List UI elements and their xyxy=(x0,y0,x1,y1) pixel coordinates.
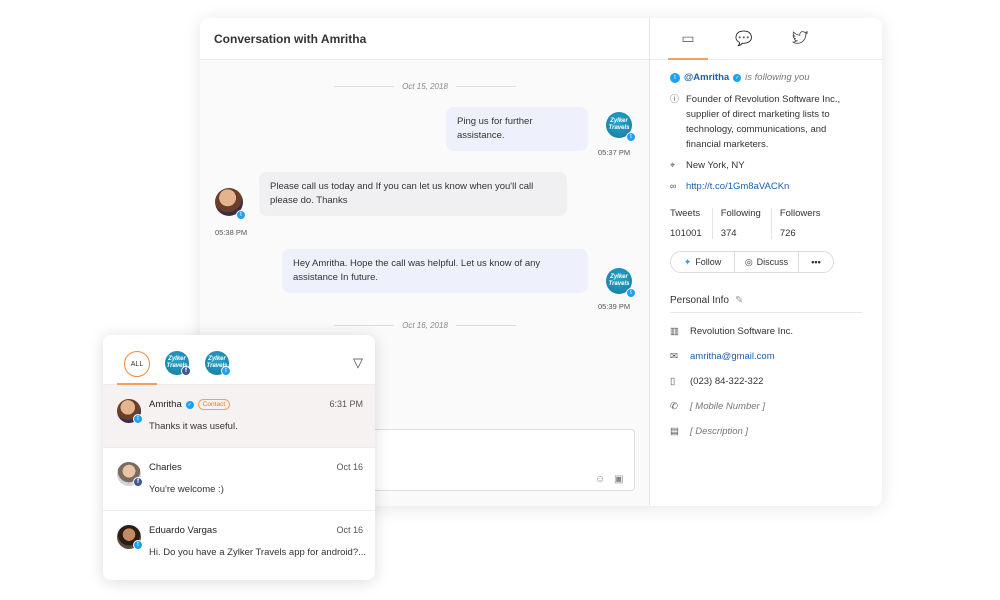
conversation-preview: Thanks it was useful. xyxy=(149,421,238,432)
phone-row: ▯ (023) 84-322-322 xyxy=(670,376,764,387)
conversation-time: Oct 16 xyxy=(336,462,363,472)
contact-name: Charles xyxy=(149,462,182,473)
date-label: Oct 16, 2018 xyxy=(402,321,448,330)
company-row: ▥ Revolution Software Inc. xyxy=(670,326,793,337)
date-separator: Oct 16, 2018 xyxy=(200,321,650,330)
discuss-icon: ◎ xyxy=(744,256,753,267)
contact-card-icon: ▭ xyxy=(681,29,695,46)
contact-name: Amritha ✓ Contact xyxy=(149,399,231,410)
twitter-handle[interactable]: @Amritha xyxy=(684,72,729,83)
verified-icon: ✓ xyxy=(733,73,742,82)
following-status: is following you xyxy=(745,72,810,83)
facebook-badge-icon: f xyxy=(133,477,143,487)
conversation-list-item[interactable]: t Amritha ✓ Contact 6:31 PM Thanks it wa… xyxy=(103,385,375,448)
twitter-bird-icon: ✦ xyxy=(683,256,692,267)
discuss-button[interactable]: ◎ Discuss xyxy=(735,252,799,272)
twitter-handle-row: t @Amritha ✓ is following you xyxy=(670,72,862,83)
tab-contact-card[interactable]: ▭ xyxy=(668,18,708,60)
mobile-icon: ▯ xyxy=(670,376,676,387)
stat-followers: Followers 726 xyxy=(779,208,821,239)
channel-filter-bar: ALL Zylker Travels f Zylker Travels t ▽ xyxy=(103,335,375,385)
edit-pencil-icon[interactable]: ✎ xyxy=(735,295,743,306)
email-row: ✉ amritha@gmail.com xyxy=(670,351,862,363)
follow-button[interactable]: ✦ Follow xyxy=(671,252,735,272)
message-bubble-outgoing: Hey Amritha. Hope the call was helpful. … xyxy=(282,249,588,293)
chat-bubbles-icon: 💬 xyxy=(735,29,753,46)
reply-composer[interactable]: ☺ ▣ xyxy=(370,429,635,491)
conversation-list-item[interactable]: f Charles Oct 16 You're welcome :) xyxy=(103,448,375,511)
location-pin-icon: ⌖ xyxy=(670,160,676,170)
profile-url[interactable]: http://t.co/1Gm8aVACKn xyxy=(686,179,789,194)
twitter-icon: t xyxy=(670,72,680,83)
link-icon: ∞ xyxy=(670,181,677,191)
tab-twitter[interactable] xyxy=(786,18,814,59)
date-label: Oct 15, 2018 xyxy=(402,82,448,91)
conversation-preview: You're welcome :) xyxy=(149,484,224,495)
description-field[interactable]: [ Description ] xyxy=(690,426,748,438)
mail-icon: ✉ xyxy=(670,351,678,362)
stat-following: Following 374 xyxy=(721,208,772,239)
stat-tweets: Tweets 101001 xyxy=(670,208,713,239)
profile-actions: ✦ Follow ◎ Discuss ••• xyxy=(670,251,834,273)
bio-row: ⓘ Founder of Revolution Software Inc., s… xyxy=(670,92,862,152)
twitter-stats: Tweets 101001 Following 374 Followers 726 xyxy=(670,208,862,239)
building-icon: ▥ xyxy=(670,326,679,337)
location-row: ⌖ New York, NY xyxy=(670,158,862,173)
phone-icon: ✆ xyxy=(670,401,678,412)
conversation-list-item[interactable]: t Eduardo Vargas Oct 16 Hi. Do you have … xyxy=(103,511,375,574)
email-link[interactable]: amritha@gmail.com xyxy=(690,351,775,363)
conversation-time: 6:31 PM xyxy=(329,399,363,409)
personal-info-title: Personal Info xyxy=(670,295,729,306)
twitter-icon xyxy=(792,31,808,44)
personal-info-header: Personal Info ✎ xyxy=(670,295,862,313)
message-bubble-outgoing: Ping us for further assistance. xyxy=(446,107,588,151)
date-separator: Oct 15, 2018 xyxy=(200,82,650,91)
url-row: ∞ http://t.co/1Gm8aVACKn xyxy=(670,179,862,194)
verified-icon: ✓ xyxy=(185,400,194,409)
document-icon: ▤ xyxy=(670,426,679,437)
contact-name: Eduardo Vargas xyxy=(149,525,217,536)
twitter-badge-icon: t xyxy=(133,414,143,424)
profile-tabs: ▭ 💬 xyxy=(650,18,882,60)
conversation-preview: Hi. Do you have a Zylker Travels app for… xyxy=(149,547,367,558)
emoji-icon[interactable]: ☺ xyxy=(595,474,605,485)
mobile-number-field[interactable]: [ Mobile Number ] xyxy=(690,401,765,413)
mobile-row: ✆ [ Mobile Number ] xyxy=(670,401,862,413)
inbox-list-panel: ALL Zylker Travels f Zylker Travels t ▽ … xyxy=(103,335,375,580)
conversation-time: Oct 16 xyxy=(336,525,363,535)
tab-conversations[interactable]: 💬 xyxy=(730,18,758,59)
profile-sidebar: ▭ 💬 t @Amritha ✓ is following you ⓘ Foun… xyxy=(650,18,882,506)
message-time: 05:38 PM xyxy=(215,228,248,237)
twitter-badge-icon: t xyxy=(626,288,636,298)
message-time: 05:39 PM xyxy=(598,302,631,311)
bio-text: Founder of Revolution Software Inc., sup… xyxy=(686,94,841,150)
message-time: 05:37 PM xyxy=(598,148,631,157)
twitter-badge-icon: t xyxy=(133,540,143,550)
filter-all-button[interactable]: ALL xyxy=(124,351,150,377)
location-text: New York, NY xyxy=(686,160,745,171)
facebook-badge-icon: f xyxy=(181,366,191,376)
conversation-title: Conversation with Amritha xyxy=(200,18,649,60)
filter-funnel-icon[interactable]: ▽ xyxy=(353,355,363,371)
twitter-badge-icon: t xyxy=(626,132,636,142)
twitter-badge-icon: t xyxy=(221,366,231,376)
info-icon: ⓘ xyxy=(670,94,680,104)
message-bubble-incoming: Please call us today and If you can let … xyxy=(259,172,567,216)
description-row: ▤ [ Description ] xyxy=(670,426,862,438)
contact-tag: Contact xyxy=(197,399,231,410)
twitter-badge-icon: t xyxy=(236,210,246,220)
more-actions-button[interactable]: ••• xyxy=(799,252,833,272)
camera-icon[interactable]: ▣ xyxy=(614,474,623,485)
